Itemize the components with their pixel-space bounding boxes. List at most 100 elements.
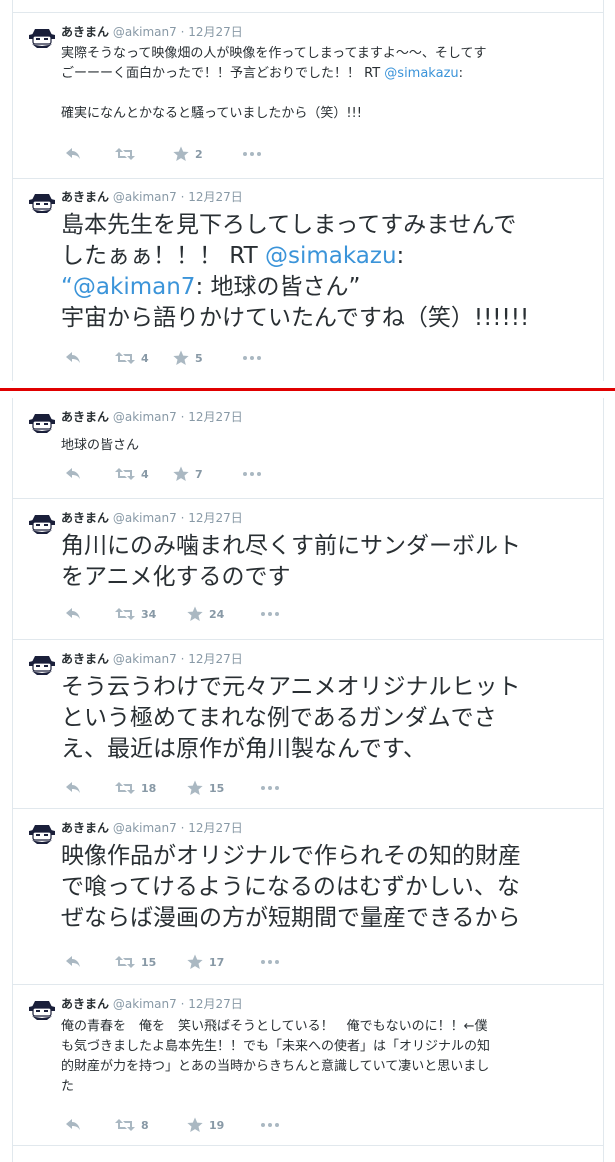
star-icon xyxy=(173,350,189,366)
favorite-button[interactable]: 5 xyxy=(173,349,203,367)
tweet-text-line: 的財産が力を持つ」とあの当時からきちんと意識していて凄いと思いまし xyxy=(61,1059,490,1074)
favorite-count: 19 xyxy=(209,1118,225,1132)
tweet-text-segment: : xyxy=(396,243,405,269)
avatar[interactable] xyxy=(29,190,55,216)
avatar[interactable] xyxy=(29,652,55,678)
tweet-text-segment: したぁぁ！！！ RT xyxy=(61,243,265,269)
more-button[interactable] xyxy=(243,145,261,163)
user-name[interactable]: あきまん xyxy=(61,511,109,525)
retweet-button[interactable]: 4 xyxy=(115,465,149,483)
tweet-header: あきまん @akiman7 · 12月27日 xyxy=(61,819,243,836)
user-handle[interactable]: @akiman7 xyxy=(113,410,177,424)
reply-button[interactable] xyxy=(65,465,81,483)
tweet-time[interactable]: 12月27日 xyxy=(188,511,243,525)
retweet-button[interactable]: 34 xyxy=(115,605,156,623)
tweet-text-segment: : xyxy=(458,66,464,81)
avatar[interactable] xyxy=(29,511,55,537)
favorite-button[interactable]: 2 xyxy=(173,145,203,163)
retweet-button[interactable]: 15 xyxy=(115,953,156,971)
user-name[interactable]: あきまん xyxy=(61,25,109,39)
reply-button[interactable] xyxy=(65,605,81,623)
tweet-text-blank xyxy=(61,84,595,104)
tweet-text-line: そう云うわけで元々アニメオリジナルヒット xyxy=(61,674,521,700)
tweet-actions: 4 7 xyxy=(61,465,321,483)
retweet-icon xyxy=(115,147,135,161)
user-handle[interactable]: @akiman7 xyxy=(113,190,177,204)
avatar[interactable] xyxy=(29,25,55,51)
tweet-time[interactable]: 12月27日 xyxy=(188,997,243,1011)
avatar[interactable] xyxy=(29,997,55,1023)
tweet-text-line: 宇宙から語りかけていたんですね（笑）!!!!!! xyxy=(61,305,530,331)
reply-icon xyxy=(65,781,81,795)
reply-button[interactable] xyxy=(65,779,81,797)
tweet-actions: 2 xyxy=(61,145,321,163)
avatar[interactable] xyxy=(29,821,55,847)
more-button[interactable] xyxy=(261,1116,279,1134)
separator-dot: · xyxy=(180,511,185,525)
user-handle[interactable]: @akiman7 xyxy=(113,652,177,666)
tweet-item[interactable]: あきまん @akiman7 · 12月27日 映像作品がオリジナルで作られその知… xyxy=(13,809,603,985)
tweet-text-line: 角川にのみ噛まれ尽くす前にサンダーボルト xyxy=(61,533,521,559)
reply-icon xyxy=(65,1118,81,1132)
retweet-button[interactable]: 18 xyxy=(115,779,156,797)
more-dots-icon xyxy=(261,786,279,790)
favorite-button[interactable]: 19 xyxy=(187,1116,224,1134)
tweet-time[interactable]: 12月27日 xyxy=(188,410,243,424)
star-icon xyxy=(173,146,189,162)
favorite-button[interactable]: 17 xyxy=(187,953,224,971)
tweet-time[interactable]: 12月27日 xyxy=(188,190,243,204)
tweet-actions: 8 19 xyxy=(61,1116,321,1134)
favorite-button[interactable]: 24 xyxy=(187,605,224,623)
retweet-icon xyxy=(115,607,135,621)
user-name[interactable]: あきまん xyxy=(61,997,109,1011)
more-button[interactable] xyxy=(243,465,261,483)
retweet-icon xyxy=(115,955,135,969)
user-handle[interactable]: @akiman7 xyxy=(113,821,177,835)
tweet-item[interactable]: あきまん @akiman7 · 12月27日 地球の皆さん 4 7 xyxy=(13,398,603,499)
mention-link[interactable]: @akiman7 xyxy=(73,274,196,300)
tweet-item[interactable]: あきまん @akiman7 · 12月27日 実際そうなって映像畑の人が映像を作… xyxy=(13,12,603,179)
retweet-count: 34 xyxy=(141,607,157,621)
more-button[interactable] xyxy=(261,779,279,797)
tweet-item[interactable]: あきまん @akiman7 · 12月27日 角川にのみ噛まれ尽くす前にサンダー… xyxy=(13,499,603,640)
user-handle[interactable]: @akiman7 xyxy=(113,511,177,525)
reply-icon xyxy=(65,607,81,621)
tweet-item[interactable]: あきまん @akiman7 · 12月27日 そう云うわけで元々アニメオリジナル… xyxy=(13,640,603,809)
favorite-count: 5 xyxy=(195,351,203,365)
user-name[interactable]: あきまん xyxy=(61,821,109,835)
reply-button[interactable] xyxy=(65,953,81,971)
tweet-text-segment: : 地球の皆さん” xyxy=(195,274,361,300)
more-button[interactable] xyxy=(261,605,279,623)
user-handle[interactable]: @akiman7 xyxy=(113,25,177,39)
reply-button[interactable] xyxy=(65,349,81,367)
user-name[interactable]: あきまん xyxy=(61,190,109,204)
retweet-count: 4 xyxy=(141,467,149,481)
tweet-time[interactable]: 12月27日 xyxy=(188,652,243,666)
retweet-button[interactable] xyxy=(115,145,141,163)
mention-link[interactable]: @simakazu xyxy=(265,243,397,269)
tweet-text-line: 俺の青春を 俺を 笑い飛ばそうとしている！ 俺でもないのに！！←僕 xyxy=(61,1019,488,1034)
tweet-text-line: したぁぁ！！！ RT @simakazu: xyxy=(61,241,595,272)
tweet-text: 俺の青春を 俺を 笑い飛ばそうとしている！ 俺でもないのに！！←僕 も気づきまし… xyxy=(61,1017,595,1097)
tweet-time[interactable]: 12月27日 xyxy=(188,25,243,39)
tweet-text-line: え、最近は原作が角川製なんです、 xyxy=(61,736,427,762)
user-handle[interactable]: @akiman7 xyxy=(113,997,177,1011)
favorite-button[interactable]: 7 xyxy=(173,465,203,483)
retweet-button[interactable]: 4 xyxy=(115,349,149,367)
avatar[interactable] xyxy=(29,410,55,436)
favorite-button[interactable]: 15 xyxy=(187,779,224,797)
tweet-item[interactable]: あきまん @akiman7 · 12月27日 俺の青春を 俺を 笑い飛ばそうとし… xyxy=(13,985,603,1146)
mention-link[interactable]: @simakazu xyxy=(384,66,458,81)
more-button[interactable] xyxy=(243,349,261,367)
reply-button[interactable] xyxy=(65,145,81,163)
user-name[interactable]: あきまん xyxy=(61,652,109,666)
more-button[interactable] xyxy=(261,953,279,971)
reply-button[interactable] xyxy=(65,1116,81,1134)
tweet-time[interactable]: 12月27日 xyxy=(188,821,243,835)
tweet-header: あきまん @akiman7 · 12月27日 xyxy=(61,650,243,667)
star-icon xyxy=(173,466,189,482)
user-name[interactable]: あきまん xyxy=(61,410,109,424)
tweet-text-line: で喰ってけるようになるのはむずかしい、な xyxy=(61,874,520,900)
tweet-item[interactable]: あきまん @akiman7 · 12月27日 島本先生を見下ろしてしまってすみま… xyxy=(13,178,603,381)
retweet-button[interactable]: 8 xyxy=(115,1116,149,1134)
